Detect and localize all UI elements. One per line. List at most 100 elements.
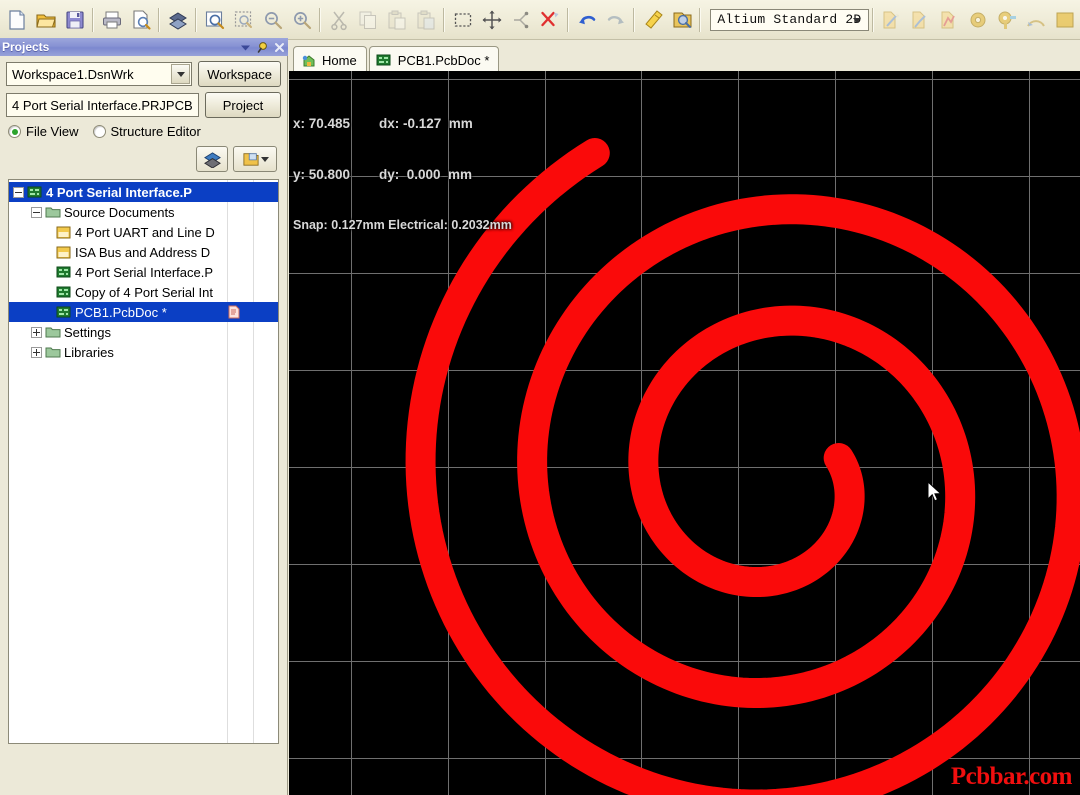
workspace-combo[interactable]: Workspace1.DsnWrk <box>6 62 193 86</box>
view-config-value: Altium Standard 2D <box>717 12 862 27</box>
tree-item-settings[interactable]: Settings <box>9 322 278 342</box>
toolbar-separator <box>699 7 702 32</box>
tree-item-project[interactable]: 4 Port Serial Interface.P <box>9 182 278 202</box>
clear-filter-icon[interactable] <box>536 5 563 35</box>
coordinate-readout: x: 70.485 dx: -0.127 mm y: 50.800 dy: 0.00… <box>293 81 512 268</box>
select-area-icon[interactable] <box>449 5 476 35</box>
place-pad-icon[interactable] <box>965 5 992 35</box>
print-preview-icon[interactable] <box>127 5 154 35</box>
chevron-down-icon[interactable] <box>237 39 254 55</box>
deselect-icon[interactable] <box>507 5 534 35</box>
cut-icon[interactable] <box>325 5 352 35</box>
chevron-down-icon[interactable] <box>260 156 269 162</box>
view-config-combo[interactable]: Altium Standard 2D <box>710 8 869 31</box>
radio-file-view-label: File View <box>26 124 79 139</box>
print-icon[interactable] <box>98 5 125 35</box>
pcb-canvas[interactable]: x: 70.485 dx: -0.127 mm y: 50.800 dy: 0.00… <box>289 71 1080 795</box>
tab-pcb1-pcbdoc[interactable]: PCB1.PcbDoc * <box>368 46 500 73</box>
coord-x: x: 70.485 <box>293 116 351 131</box>
projects-panel-titlebar: Projects <box>0 38 288 56</box>
expander-plus-icon[interactable] <box>31 346 42 358</box>
project-button[interactable]: Project <box>205 92 281 118</box>
tree-item-4-port-uart[interactable]: 4 Port UART and Line D <box>9 222 278 242</box>
tree-item-4-port-serial-pcb[interactable]: 4 Port Serial Interface.P <box>9 262 278 282</box>
project-tree[interactable]: 4 Port Serial Interface.P Source Documen… <box>8 179 279 744</box>
expander-minus-icon[interactable] <box>13 186 24 198</box>
place-arc-icon[interactable] <box>1023 5 1050 35</box>
zoom-in-icon[interactable] <box>288 5 315 35</box>
place-via-icon[interactable] <box>994 5 1021 35</box>
pin-icon[interactable] <box>254 39 271 55</box>
chevron-down-icon[interactable] <box>849 13 865 28</box>
workspace-button[interactable]: Workspace <box>198 61 281 87</box>
radio-file-view[interactable]: File View <box>8 124 79 139</box>
tree-item-pcb1-pcbdoc[interactable]: PCB1.PcbDoc * <box>9 302 278 322</box>
workspace-combo-value: Workspace1.DsnWrk <box>12 66 134 82</box>
tree-item-label: ISA Bus and Address D <box>75 244 211 260</box>
coord-y: y: 50.800 <box>293 167 351 182</box>
board-layers-icon[interactable] <box>164 5 191 35</box>
tree-item-copy-of-4-port-serial[interactable]: Copy of 4 Port Serial Int <box>9 282 278 302</box>
radio-indicator <box>8 125 21 138</box>
tree-item-label: 4 Port UART and Line D <box>75 224 215 240</box>
watermark: Pcbbar.com <box>950 763 1073 790</box>
mouse-pointer <box>927 480 943 509</box>
folder-icon <box>44 345 61 360</box>
toolbar-separator <box>92 7 95 32</box>
move-icon[interactable] <box>478 5 505 35</box>
redo-icon[interactable] <box>602 5 629 35</box>
coord-dx: dx: -0.127 mm <box>379 116 473 131</box>
pcb-doc-icon <box>55 265 72 280</box>
expander-plus-icon[interactable] <box>31 326 42 338</box>
tree-item-isa-bus[interactable]: ISA Bus and Address D <box>9 242 278 262</box>
projects-panel-title: Projects <box>2 40 50 54</box>
toolbar-separator <box>633 7 636 32</box>
radio-structure-editor-label: Structure Editor <box>110 124 201 139</box>
tree-item-label: Libraries <box>64 344 114 360</box>
browse-components-icon[interactable] <box>668 5 695 35</box>
layers-config-icon[interactable] <box>196 146 228 172</box>
toolbar-separator <box>871 7 874 32</box>
new-document-icon[interactable] <box>3 5 30 35</box>
tree-item-label: PCB1.PcbDoc * <box>75 304 167 320</box>
place-polygon-icon[interactable] <box>936 5 963 35</box>
tree-item-label: Copy of 4 Port Serial Int <box>75 284 214 300</box>
folder-icon <box>44 205 61 220</box>
projects-panel-body: Workspace1.DsnWrk Workspace 4 Port Seria… <box>0 56 287 744</box>
expander-minus-icon[interactable] <box>31 206 42 218</box>
tab-home[interactable]: Home <box>293 46 367 73</box>
cross-probe-icon[interactable] <box>639 5 666 35</box>
open-document-icon[interactable] <box>32 5 59 35</box>
project-field[interactable]: 4 Port Serial Interface.PRJPCB <box>6 93 199 117</box>
view-mode-radios: File View Structure Editor <box>8 124 281 139</box>
save-icon[interactable] <box>61 5 88 35</box>
home-icon <box>300 53 317 68</box>
tree-item-libraries[interactable]: Libraries <box>9 342 278 362</box>
copy-icon[interactable] <box>354 5 381 35</box>
toolbar-separator <box>319 7 322 32</box>
tree-item-label: Source Documents <box>64 204 175 220</box>
paste-icon[interactable] <box>383 5 410 35</box>
folder-icon <box>44 325 61 340</box>
open-folder-dropdown-icon[interactable] <box>233 146 277 172</box>
zoom-document-icon[interactable] <box>201 5 228 35</box>
tree-item-source-documents[interactable]: Source Documents <box>9 202 278 222</box>
toolbar-separator <box>567 7 570 32</box>
chevron-down-icon[interactable] <box>171 64 191 84</box>
tab-home-label: Home <box>322 52 357 68</box>
tree-item-label: Settings <box>64 324 111 340</box>
paste-special-icon[interactable] <box>412 5 439 35</box>
place-line-icon[interactable] <box>878 5 905 35</box>
radio-structure-editor[interactable]: Structure Editor <box>92 124 201 139</box>
pcb-doc-icon <box>55 285 72 300</box>
toolbar-separator <box>443 7 446 32</box>
radio-indicator <box>92 125 106 138</box>
zoom-out-icon[interactable] <box>259 5 286 35</box>
place-track-icon[interactable] <box>907 5 934 35</box>
place-fill-icon[interactable] <box>1052 5 1079 35</box>
modified-document-icon <box>228 305 240 319</box>
zoom-area-icon[interactable] <box>230 5 257 35</box>
undo-icon[interactable] <box>573 5 600 35</box>
close-icon[interactable] <box>271 39 288 55</box>
pcb-project-icon <box>26 185 43 200</box>
